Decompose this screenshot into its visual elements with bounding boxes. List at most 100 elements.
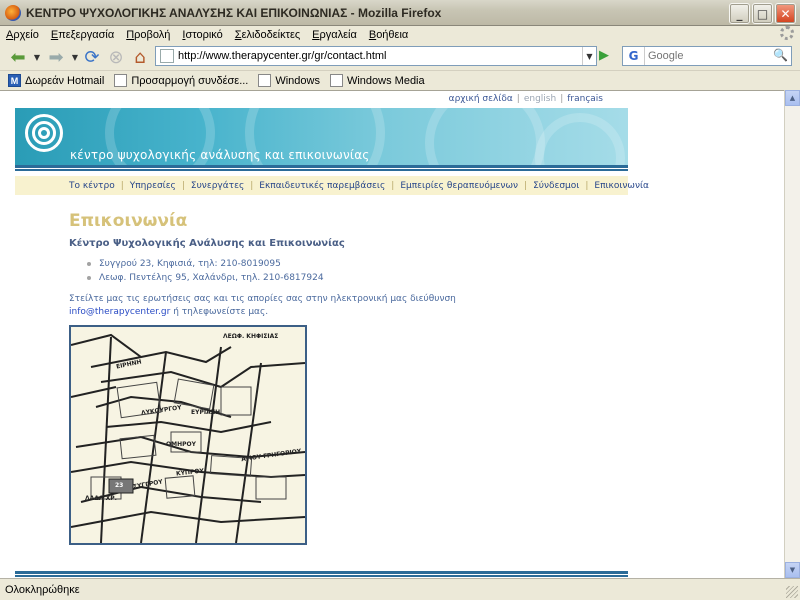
bookmark-windows-media[interactable]: Windows Media [329, 74, 425, 87]
stop-button[interactable]: ⊗ [104, 46, 128, 68]
center-name: Κέντρο Ψυχολογικής Ανάλυσης και Επικοινω… [69, 238, 345, 249]
menu-history[interactable]: Ιστορικό [176, 29, 228, 41]
search-icon[interactable]: 🔍 [773, 48, 789, 64]
french-link[interactable]: français [567, 94, 603, 104]
resize-grip-icon[interactable] [786, 586, 798, 598]
home-icon: ⌂ [134, 46, 146, 68]
page-viewport: αρχική σελίδα | english | français κέντρο ψυ… [0, 90, 784, 578]
menu-file[interactable]: Αρχείο [0, 29, 45, 41]
map-label: ΟΜΗΡΟΥ [166, 441, 196, 448]
chevron-down-icon: ▼ [33, 52, 41, 62]
minimize-button[interactable]: _ [729, 3, 750, 24]
bookmark-label: Προσαρμογή συνδέσε... [131, 74, 249, 87]
site-navigation: Το κέντρο | Υπηρεσίες | Συνεργάτες | Εκπαιδ… [15, 176, 649, 195]
nav-links[interactable]: Σύνδεσμοι [533, 181, 579, 191]
arrow-right-icon: ➡ [48, 46, 64, 68]
back-history-dropdown[interactable]: ▼ [32, 46, 42, 68]
scroll-down-button[interactable]: ▼ [785, 562, 800, 578]
navigation-toolbar: ⬅ ▼ ➡ ▼ ⟳ ⊗ ⌂ http://www.therapycenter.g… [0, 44, 800, 70]
location-map: ΛΕΩΦ. ΚΗΦΙΣΙΑΣ ΕΙΡΗΝΗ ΛΥΚΟΥΡΓΟΥ ΕΥΡΙΑΖΗ … [69, 325, 307, 545]
chevron-down-icon: ▼ [71, 52, 79, 62]
reload-icon: ⟳ [84, 46, 100, 68]
list-item: Λεωφ. Πεντέλης 95, Χαλάνδρι, τηλ. 210-68… [87, 273, 569, 283]
separator: | [585, 180, 589, 191]
menu-bookmarks[interactable]: Σελιδοδείκτες [229, 29, 306, 41]
page-title: Επικοινωνία [69, 211, 188, 231]
site-tagline: κέντρο ψυχολογικής ανάλυσης και επικοινω… [70, 148, 370, 162]
status-text: Ολοκληρώθηκε [5, 583, 80, 596]
nav-services[interactable]: Υπηρεσίες [130, 181, 176, 191]
divider [15, 165, 628, 168]
contact-suffix: ή τηλεφωνείστε μας. [173, 307, 269, 317]
contact-text: Στείλτε μας τις ερωτήσεις σας και τις απ… [69, 294, 456, 304]
nav-contact[interactable]: Επικοινωνία [594, 181, 649, 191]
firefox-icon [5, 4, 21, 21]
menu-help[interactable]: Βοήθεια [363, 29, 414, 41]
forward-history-dropdown[interactable]: ▼ [70, 46, 80, 68]
search-engine-button[interactable]: G [623, 47, 645, 65]
bookmark-label: Windows Media [346, 74, 425, 87]
site-logo[interactable] [19, 110, 71, 162]
separator: | [560, 94, 564, 104]
menu-tools[interactable]: Εργαλεία [306, 29, 363, 41]
nav-center[interactable]: Το κέντρο [69, 181, 115, 191]
page-icon [114, 74, 128, 87]
close-button[interactable]: ✕ [775, 3, 796, 24]
map-drawing [71, 333, 305, 543]
menu-bar: Αρχείο Επεξεργασία Προβολή Ιστορικό Σελι… [0, 26, 800, 44]
forward-button[interactable]: ➡ [42, 46, 70, 68]
msn-icon: M [8, 74, 21, 87]
separator: | [120, 180, 124, 191]
site-banner: κέντρο ψυχολογικής ανάλυσης και επικοινω… [15, 108, 628, 165]
page-favicon-icon [160, 49, 174, 63]
back-button[interactable]: ⬅ [4, 46, 32, 68]
vertical-scrollbar[interactable]: ▲ ▼ [784, 90, 800, 578]
search-input[interactable] [645, 50, 765, 62]
status-bar: Ολοκληρώθηκε [0, 578, 800, 600]
bookmarks-toolbar: M Δωρεάν Hotmail Προσαρμογή συνδέσε... W… [0, 70, 800, 90]
separator: | [516, 94, 520, 104]
address-bar[interactable]: http://www.therapycenter.gr/gr/contact.h… [155, 46, 597, 66]
nav-partners[interactable]: Συνεργάτες [191, 181, 244, 191]
separator: | [250, 180, 254, 191]
reload-button[interactable]: ⟳ [80, 46, 104, 68]
email-link[interactable]: info@therapycenter.gr [69, 307, 170, 317]
arrow-left-icon: ⬅ [10, 46, 26, 68]
separator: | [524, 180, 528, 191]
bookmark-hotmail[interactable]: M Δωρεάν Hotmail [8, 74, 104, 87]
english-link[interactable]: english [524, 94, 556, 104]
bookmark-customize-links[interactable]: Προσαρμογή συνδέσε... [114, 74, 248, 87]
menu-edit[interactable]: Επεξεργασία [45, 29, 120, 41]
url-text[interactable]: http://www.therapycenter.gr/gr/contact.h… [178, 50, 386, 62]
decorative-swirl [535, 113, 625, 165]
maximize-button[interactable]: □ [752, 3, 773, 24]
nav-education[interactable]: Εκπαιδευτικές παρεμβάσεις [259, 181, 385, 191]
bookmark-windows[interactable]: Windows [258, 74, 320, 87]
home-link[interactable]: αρχική σελίδα [449, 94, 513, 104]
nav-experiences[interactable]: Εμπειρίες θεραπευόμενων [400, 181, 518, 191]
address-list: Συγγρού 23, Κηφισιά, τηλ: 210-8019095 Λε… [87, 259, 569, 283]
menu-view[interactable]: Προβολή [120, 29, 176, 41]
url-dropdown-button[interactable]: ▼ [582, 47, 596, 65]
page-icon [258, 74, 272, 87]
map-label: ΛΕΩΦ. ΚΗΦΙΣΙΑΣ [223, 333, 279, 340]
list-item: Συγγρού 23, Κηφισιά, τηλ: 210-8019095 [87, 259, 569, 269]
footer-divider [15, 575, 628, 577]
map-label: ΛΑΔΑ ΧΡ. [85, 495, 117, 502]
go-button[interactable]: ▶ [599, 49, 613, 63]
map-label: 23 [115, 482, 124, 489]
divider [15, 169, 628, 171]
contact-paragraph: Στείλτε μας τις ερωτήσεις σας και τις απ… [69, 293, 549, 319]
bookmark-label: Δωρεάν Hotmail [25, 74, 105, 87]
home-button[interactable]: ⌂ [128, 46, 152, 68]
search-box: G 🔍 [622, 46, 792, 66]
scroll-up-button[interactable]: ▲ [785, 90, 800, 106]
window-title: ΚΕΝΤΡΟ ΨΥΧΟΛΟΓΙΚΗΣ ΑΝΑΛΥΣΗΣ ΚΑΙ ΕΠΙΚΟΙΝΩ… [26, 5, 442, 20]
website: αρχική σελίδα | english | français κέντρο ψυ… [15, 91, 649, 578]
map-label: ΕΥΡΙΑΖΗ [191, 409, 221, 416]
separator: | [391, 180, 395, 191]
stop-icon: ⊗ [108, 46, 124, 68]
bookmark-label: Windows [275, 74, 320, 87]
title-bar: ΚΕΝΤΡΟ ΨΥΧΟΛΟΓΙΚΗΣ ΑΝΑΛΥΣΗΣ ΚΑΙ ΕΠΙΚΟΙΝΩ… [0, 0, 800, 26]
language-links: αρχική σελίδα | english | français [449, 94, 603, 104]
